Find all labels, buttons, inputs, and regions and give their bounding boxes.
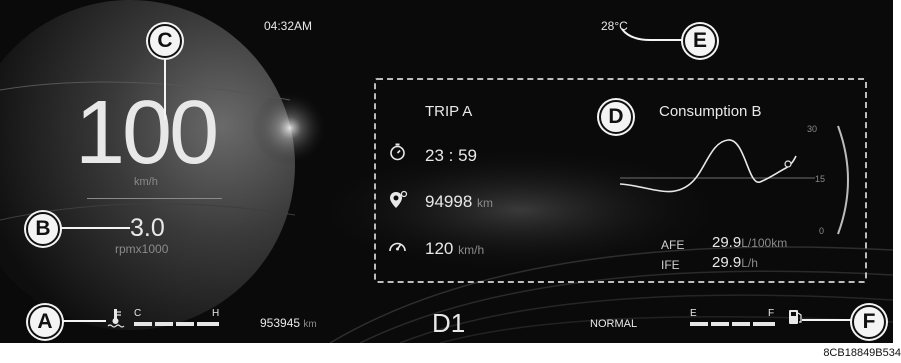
callout-e-line xyxy=(621,28,688,41)
stopwatch-icon xyxy=(390,143,405,161)
speedometer-icon xyxy=(389,242,406,252)
ife-label: IFE xyxy=(661,258,680,272)
callout-b: B xyxy=(26,212,60,246)
callout-c: C xyxy=(148,24,182,58)
gear-indicator: D1 xyxy=(432,308,466,338)
trip-distance-value: 94998 xyxy=(425,192,473,211)
speed-divider xyxy=(87,198,222,199)
fuel-pump-icon xyxy=(789,310,802,324)
afe-reading: 29.9L/100km xyxy=(712,234,787,251)
consumption-title: Consumption B xyxy=(659,103,762,120)
coolant-gauge-segment xyxy=(155,322,173,326)
afe-label: AFE xyxy=(661,238,685,252)
callout-a-line xyxy=(60,320,106,322)
coolant-gauge-segment xyxy=(176,322,194,326)
fuel-gauge-segment xyxy=(711,322,729,326)
rpm-unit: rpmx1000 xyxy=(115,242,169,256)
coolant-low-label: C xyxy=(134,308,142,319)
odometer: 953945 km xyxy=(260,316,317,330)
ife-reading: 29.9L/h xyxy=(712,254,758,271)
callout-f: F xyxy=(852,305,886,339)
callout-d: D xyxy=(599,100,633,134)
star-glow xyxy=(252,90,328,166)
speed-unit: km/h xyxy=(134,176,158,188)
fuel-gauge-segment xyxy=(753,322,775,326)
scale-mid-label: 15 xyxy=(815,174,826,184)
ife-unit: L/h xyxy=(741,256,758,270)
trip-avg-speed: 120 km/h xyxy=(425,239,484,259)
fuel-gauge-segment xyxy=(690,322,708,326)
trip-avg-speed-value: 120 xyxy=(425,239,454,258)
trip-avg-speed-unit: km/h xyxy=(458,243,485,257)
thermometer-icon xyxy=(107,309,125,328)
drive-mode: NORMAL xyxy=(590,318,638,330)
instrument-cluster-display: 04:32AM 28°C 100 km/h 3.0 rpmx1000 TRIP … xyxy=(0,0,893,343)
figure-code: 8CB18849B534 xyxy=(823,347,901,359)
callout-e: E xyxy=(683,24,717,58)
map-pin-icon xyxy=(390,190,408,208)
trip-distance-unit: km xyxy=(477,196,494,210)
rpm-value: 3.0 xyxy=(130,214,165,242)
odometer-unit: km xyxy=(303,319,317,330)
speed-value: 100 xyxy=(75,83,219,183)
coolant-gauge-segment xyxy=(197,322,219,326)
trip-time: 23 : 59 xyxy=(425,146,477,165)
fuel-full-label: F xyxy=(768,308,775,319)
coolant-high-label: H xyxy=(212,308,220,319)
ife-value: 29.9 xyxy=(712,254,742,271)
consumption-current-point xyxy=(784,160,792,168)
coolant-gauge-segment xyxy=(134,322,152,326)
callout-f-line xyxy=(802,319,854,321)
callout-a: A xyxy=(28,305,62,339)
afe-value: 29.9 xyxy=(712,234,742,251)
consumption-curve xyxy=(619,139,797,193)
consumption-scale-arc xyxy=(837,125,849,235)
scale-min-label: 0 xyxy=(819,226,825,236)
trip-title: TRIP A xyxy=(425,103,473,120)
fuel-gauge-segment xyxy=(732,322,750,326)
fuel-empty-label: E xyxy=(690,308,697,319)
callout-c-line xyxy=(164,54,166,120)
odometer-value: 953945 xyxy=(260,316,301,330)
clock: 04:32AM xyxy=(264,19,313,33)
trip-distance: 94998 km xyxy=(425,192,493,212)
afe-unit: L/100km xyxy=(741,236,788,250)
scale-max-label: 30 xyxy=(807,124,818,134)
callout-b-line xyxy=(55,227,130,229)
